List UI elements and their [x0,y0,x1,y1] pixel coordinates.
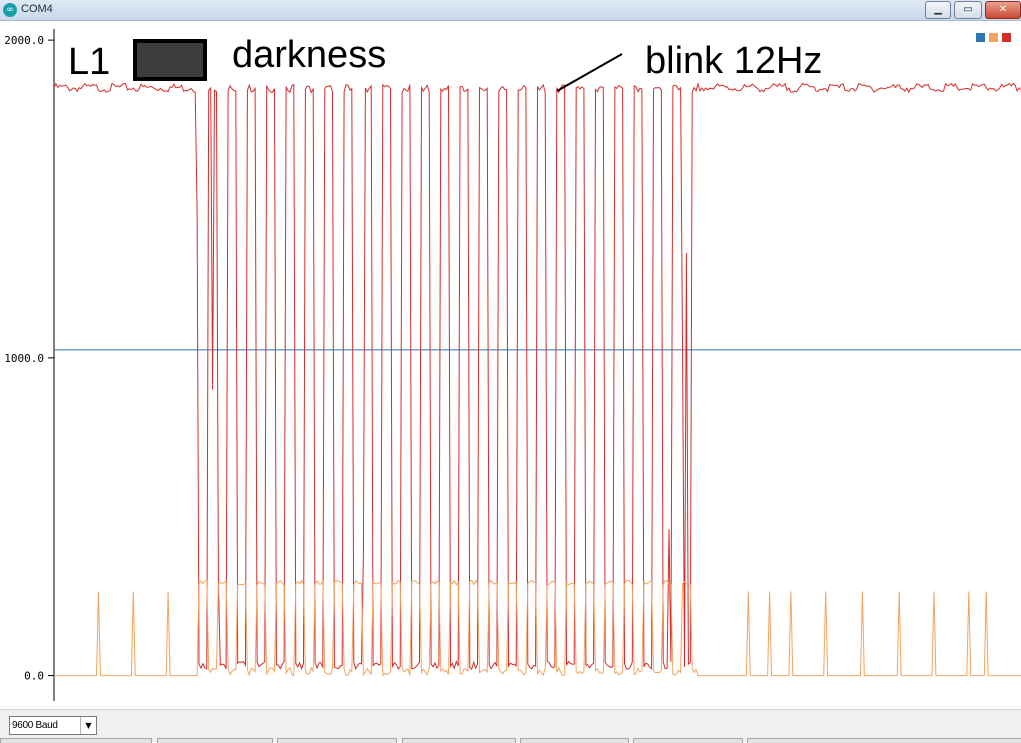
minimize-button[interactable]: ▁ [925,1,951,19]
series-line-2 [53,82,1021,671]
close-icon: ✕ [998,4,1008,15]
window-title: COM4 [21,3,53,15]
close-button[interactable]: ✕ [985,1,1021,19]
bottom-toolbar: 9600 Baud ▼ [0,709,1021,743]
baud-select[interactable]: 9600 Baud ▼ [9,716,97,735]
y-ticks: 0.0 1000.0 2000.0 [4,34,54,683]
annotation-blink: blink 12Hz [645,40,822,82]
window-titlebar: ∞ COM4 ▁ ▭ ✕ [0,0,1021,21]
series-layer [53,82,1021,677]
minimize-icon: ▁ [934,4,942,15]
maximize-icon: ▭ [963,4,973,15]
y-tick-label: 1000.0 [4,352,44,365]
y-tick-label: 0.0 [24,670,44,683]
annotation-l1: L1 [68,41,110,83]
dark-swatch [133,39,207,81]
annotation-darkness: darkness [232,34,386,76]
chevron-down-icon[interactable]: ▼ [80,717,96,734]
legend-swatch-1 [976,33,985,42]
maximize-button[interactable]: ▭ [954,1,982,19]
legend-swatch-2 [989,33,998,42]
annotation-pointer [556,53,623,92]
legend-swatch-3 [1002,33,1011,42]
tab-strip [0,738,1021,743]
arduino-infinity-icon: ∞ [3,3,17,17]
y-tick-label: 2000.0 [4,34,44,47]
serial-plotter-chart: 0.0 1000.0 2000.0 L1 darkness blink 12Hz [4,29,1021,701]
baud-select-value: 9600 Baud [12,720,58,731]
